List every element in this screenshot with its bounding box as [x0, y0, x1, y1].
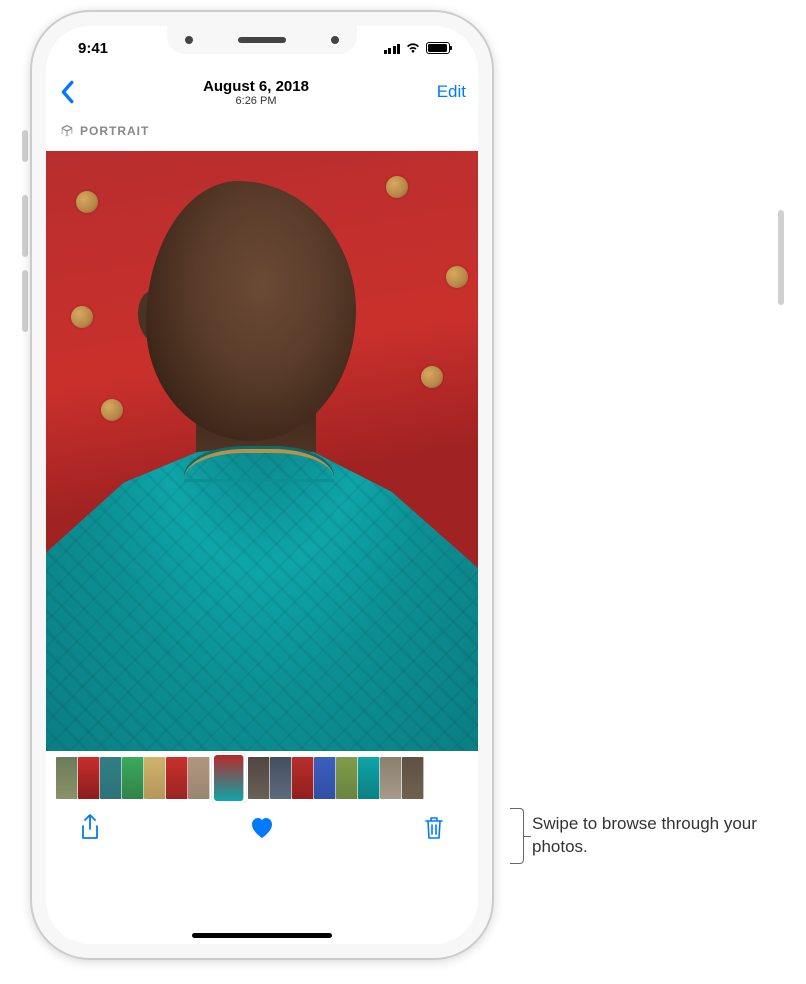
cube-icon: [60, 124, 74, 138]
thumbnail[interactable]: [402, 757, 424, 799]
back-button[interactable]: [58, 80, 86, 104]
edit-button[interactable]: Edit: [426, 82, 466, 102]
chevron-left-icon: [58, 80, 76, 104]
screen: 9:41 August 6, 2018 6:26 PM Edit PORTRAI…: [46, 26, 478, 944]
thumbnail[interactable]: [336, 757, 358, 799]
nav-bar: August 6, 2018 6:26 PM Edit: [46, 70, 478, 114]
heart-icon: [249, 816, 275, 840]
main-photo[interactable]: [46, 151, 478, 751]
thumbnail[interactable]: [78, 757, 100, 799]
cellular-signal-icon: [384, 43, 401, 54]
thumbnail[interactable]: [188, 757, 210, 799]
delete-button[interactable]: [414, 808, 454, 848]
thumbnail[interactable]: [144, 757, 166, 799]
thumbnail[interactable]: [248, 757, 270, 799]
thumbnail[interactable]: [56, 757, 78, 799]
trash-icon: [423, 815, 445, 841]
thumbnail[interactable]: [122, 757, 144, 799]
thumbnail[interactable]: [214, 755, 244, 801]
favorite-button[interactable]: [242, 808, 282, 848]
battery-icon: [426, 42, 450, 54]
thumbnail[interactable]: [166, 757, 188, 799]
portrait-badge: PORTRAIT: [60, 124, 149, 138]
phone-frame: 9:41 August 6, 2018 6:26 PM Edit PORTRAI…: [30, 10, 494, 960]
thumbnail[interactable]: [292, 757, 314, 799]
home-indicator[interactable]: [192, 933, 332, 938]
share-icon: [79, 814, 101, 842]
callout-text: Swipe to browse through your photos.: [532, 813, 792, 859]
thumbnail[interactable]: [100, 757, 122, 799]
portrait-badge-label: PORTRAIT: [80, 124, 149, 138]
share-button[interactable]: [70, 808, 110, 848]
nav-time: 6:26 PM: [86, 95, 426, 107]
wifi-icon: [405, 42, 421, 54]
notch: [167, 26, 357, 54]
thumbnail-strip[interactable]: [46, 751, 478, 803]
thumbnail[interactable]: [358, 757, 380, 799]
callout: Swipe to browse through your photos.: [510, 808, 792, 864]
thumbnail[interactable]: [314, 757, 336, 799]
nav-date: August 6, 2018: [86, 78, 426, 95]
status-time: 9:41: [74, 40, 108, 57]
thumbnail[interactable]: [270, 757, 292, 799]
bottom-toolbar: [46, 803, 478, 853]
thumbnail[interactable]: [380, 757, 402, 799]
